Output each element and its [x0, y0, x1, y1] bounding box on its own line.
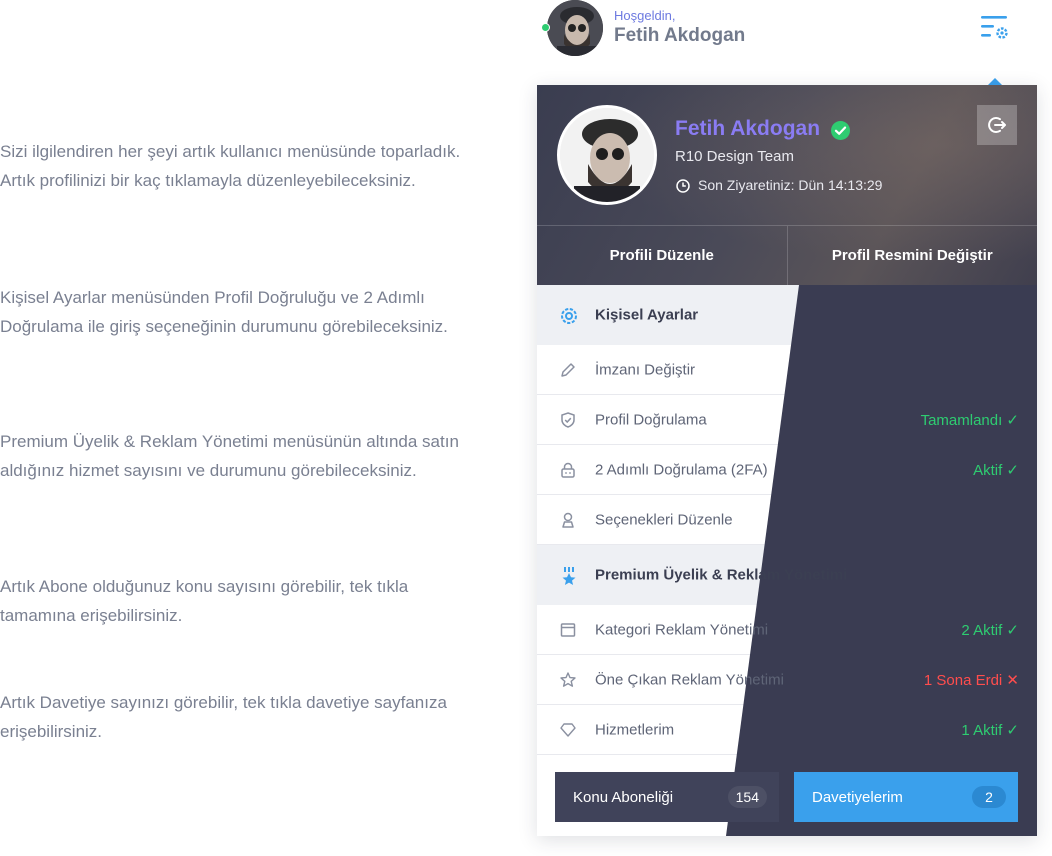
subscriptions-count-badge: 154 — [727, 786, 767, 808]
menu-item-label: İmzanı Değiştir — [595, 361, 696, 378]
invites-label: Davetiyelerim — [812, 788, 903, 806]
medal-star-icon — [559, 566, 577, 585]
invites-button[interactable]: Davetiyelerim 2 — [794, 772, 1018, 822]
subscriptions-label: Konu Aboneliği — [573, 788, 674, 806]
verified-check-icon — [831, 121, 850, 140]
menu-item-label: Profil Doğrulama — [595, 411, 707, 428]
intro-personal-settings: Kişisel Ayarlar menüsünden Profil Doğrul… — [0, 288, 448, 336]
menu-item-label: Kategori Reklam Yönetimi — [595, 621, 769, 638]
profile-photo — [560, 108, 654, 202]
shield-check-icon — [559, 411, 577, 429]
window-icon — [559, 621, 577, 639]
status-badge: Tamamlandı ✓ — [920, 411, 1019, 429]
profile-hero: Fetih Akdogan R10 Design Team Son Ziyare… — [537, 85, 1037, 285]
logout-button[interactable] — [977, 105, 1017, 145]
pencil-icon — [559, 361, 577, 379]
user-header: Hoşgeldin, Fetih Akdogan — [537, 0, 1037, 85]
menu-item-label: Öne Çıkan Reklam Yönetimi — [595, 671, 784, 688]
diamond-icon — [559, 721, 577, 739]
online-status-dot — [541, 23, 550, 32]
status-badge: 1 Aktif ✓ — [961, 721, 1019, 739]
dropdown-caret — [988, 78, 1002, 85]
menu-item-label: Seçenekleri Düzenle — [595, 511, 733, 528]
header-user-name[interactable]: Fetih Akdogan — [614, 25, 745, 47]
profile-actions: Profili Düzenle Profil Resmini Değiştir — [537, 225, 1037, 285]
intro-personal-menu: Sizi ilgilendiren her şeyi artık kullanı… — [0, 142, 461, 190]
menu-item-label: Hizmetlerim — [595, 721, 675, 738]
intro-premium: Premium Üyelik & Reklam Yönetimi menüsün… — [0, 432, 459, 480]
greeting-text: Hoşgeldin, — [614, 8, 676, 23]
avatar[interactable] — [547, 0, 603, 56]
clock-icon — [676, 179, 690, 193]
menu-settings-icon[interactable] — [978, 13, 1012, 43]
intro-subscriptions: Artık Abone olduğunuz konu sayısını göre… — [0, 577, 409, 625]
status-badge: 1 Sona Erdi ✕ — [923, 671, 1019, 689]
status-badge: Aktif ✓ — [973, 461, 1019, 479]
invites-count-badge: 2 — [972, 786, 1006, 808]
profile-avatar[interactable] — [557, 105, 657, 205]
status-badge: 2 Aktif ✓ — [961, 621, 1019, 639]
star-icon — [559, 671, 577, 689]
gear-icon — [559, 306, 577, 324]
profile-team: R10 Design Team — [675, 148, 794, 165]
edit-profile-button[interactable]: Profili Düzenle — [537, 226, 787, 285]
user-menu-panel: Fetih Akdogan R10 Design Team Son Ziyare… — [537, 85, 1037, 836]
lock-icon — [559, 461, 577, 479]
menu-item-label: 2 Adımlı Doğrulama (2FA) — [595, 461, 768, 478]
section-personal-settings-label: Kişisel Ayarlar — [595, 306, 699, 324]
change-photo-button[interactable]: Profil Resmini Değiştir — [786, 226, 1038, 285]
intro-invites: Artık Davetiye sayınızı görebilir, tek t… — [0, 693, 447, 741]
subscriptions-button[interactable]: Konu Aboneliği 154 — [555, 772, 779, 822]
bottom-actions: Konu Aboneliği 154 Davetiyelerim 2 — [537, 756, 1037, 836]
section-premium-label: Premium Üyelik & Reklam Yönetimi — [595, 566, 848, 584]
logout-icon — [988, 117, 1006, 133]
user-badge-icon — [559, 511, 577, 529]
last-visit-text: Son Ziyaretiniz: Dün 14:13:29 — [698, 177, 883, 193]
avatar-photo — [547, 0, 603, 56]
profile-name[interactable]: Fetih Akdogan — [675, 117, 820, 141]
